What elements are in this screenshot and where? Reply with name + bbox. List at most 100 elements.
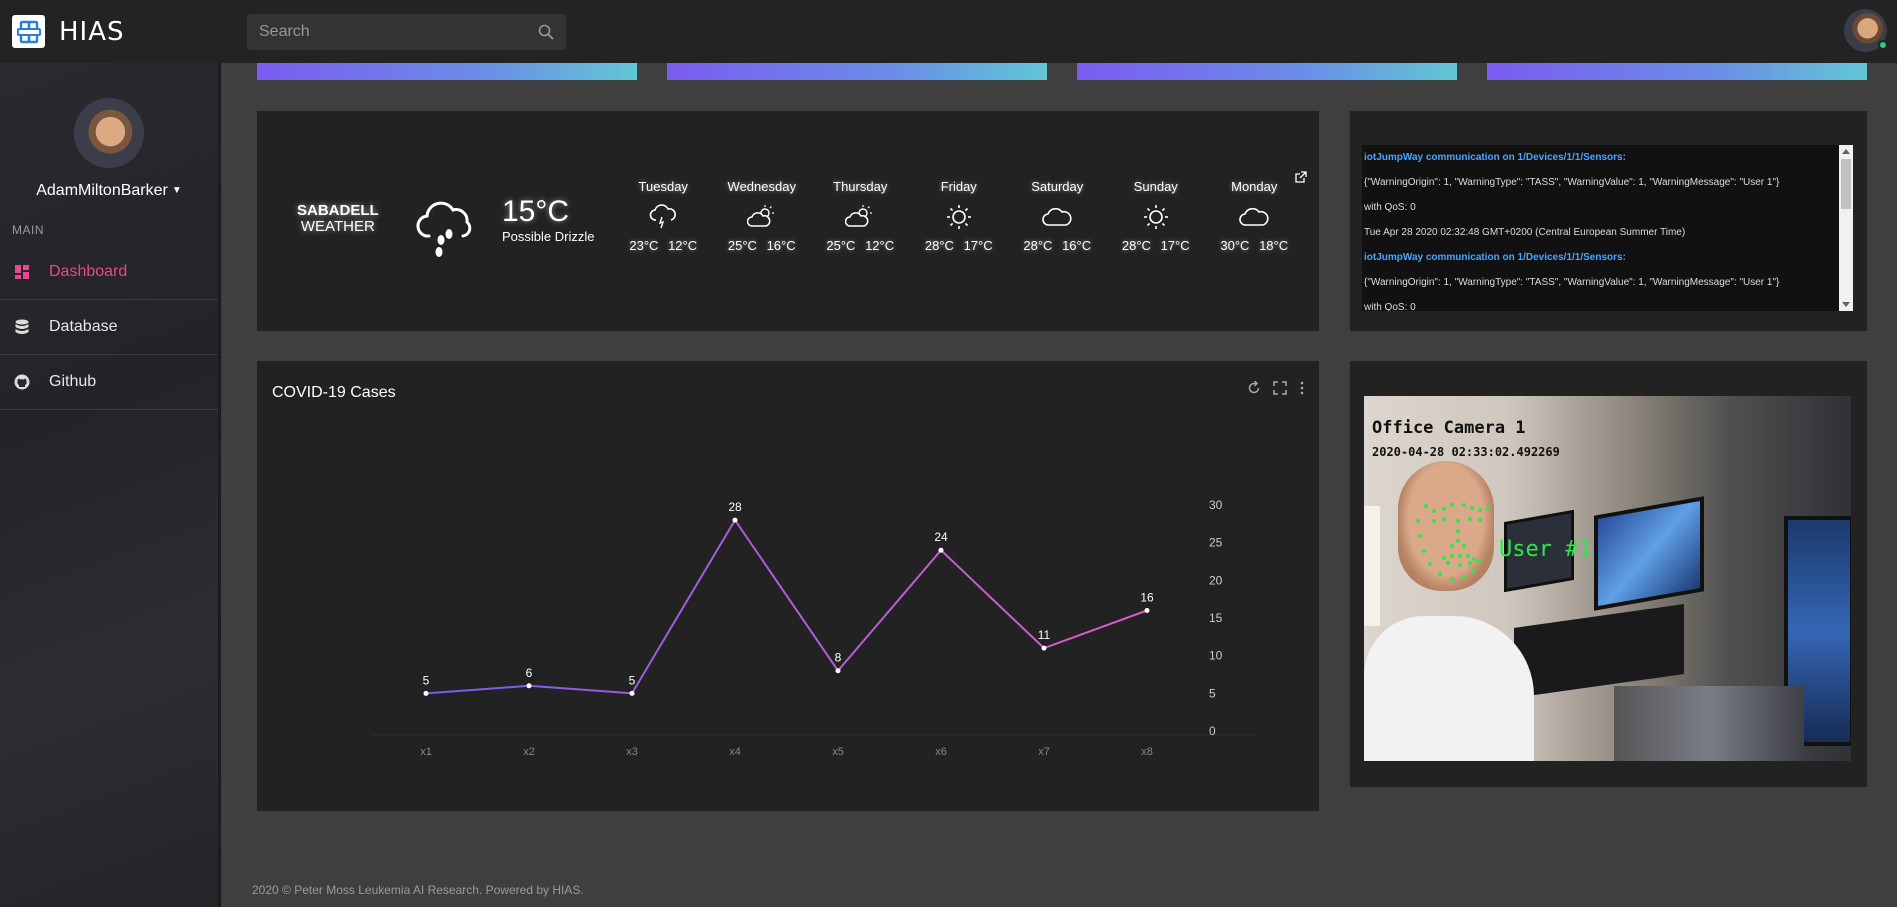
forecast-high: 28°C [924,238,954,253]
external-link-icon[interactable] [1294,171,1307,189]
feed-line: with QoS: 0 [1364,302,1416,311]
x-tick-label: x8 [1141,746,1153,758]
data-label: 24 [934,530,948,544]
sidebar-item-database[interactable]: Database [0,300,218,355]
data-point [732,517,738,523]
forecast-day-name: Monday [1231,179,1278,194]
database-icon [12,317,32,337]
drizzle-icon [614,200,713,234]
sun-icon [1107,200,1206,234]
sidebar-item-dashboard[interactable]: Dashboard [0,245,218,300]
feed-lines: iotJumpWay communication on 1/Devices/1/… [1362,145,1853,311]
forecast-low: 16°C [766,238,796,253]
cloud-icon [1205,200,1304,234]
cloud-icon [1008,200,1107,234]
data-label: 5 [629,673,636,687]
feed-line: iotJumpWay communication on 1/Devices/1/… [1364,252,1626,263]
partly-cloudy-icon [713,200,812,234]
app-name: HIAS [59,16,125,47]
stat-strip-4 [1487,63,1867,80]
forecast-low: 12°C [865,238,895,253]
x-tick-label: x3 [626,746,638,758]
scroll-down-icon[interactable] [1842,302,1850,307]
x-tick-label: x4 [729,746,741,758]
forecast-high: 25°C [727,238,757,253]
y-tick-label: 20 [1209,573,1223,587]
topbar: HIAS [0,0,1897,63]
data-label: 11 [1038,628,1051,642]
forecast-high: 28°C [1121,238,1151,253]
search-input[interactable] [259,22,519,41]
user-menu-toggle[interactable]: AdamMiltonBarker ▼ [0,182,218,200]
brand[interactable]: HIAS [0,15,247,48]
feed-scrollbar[interactable] [1839,145,1853,311]
data-label: 6 [526,666,533,680]
forecast-low: 12°C [668,238,698,253]
x-tick-label: x5 [832,746,844,758]
y-tick-label: 15 [1209,611,1223,625]
footer-text: 2020 © Peter Moss Leukemia AI Research. … [252,883,584,897]
camera-feed-image[interactable]: User #1 Office Camera 1 2020-04-28 02:33… [1364,396,1851,761]
partly-cloudy-icon [811,200,910,234]
forecast-high: 25°C [826,238,856,253]
feed-line: Tue Apr 28 2020 02:32:48 GMT+0200 (Centr… [1364,227,1686,238]
dashboard-icon [12,262,32,282]
online-status-dot [1878,40,1888,50]
forecast-low: 18°C [1259,238,1289,253]
data-point [835,668,841,674]
sidebar-item-label: Github [49,373,97,390]
forecast-day: Wednesday 25°C 16°C [713,179,812,253]
forecast-low: 17°C [963,238,993,253]
data-point [1144,607,1150,613]
forecast-high: 28°C [1023,238,1053,253]
stat-strip-3 [1077,63,1457,80]
feed-line: {"WarningOrigin": 1, "WarningType": "TAS… [1364,177,1780,188]
camera-widget: User #1 Office Camera 1 2020-04-28 02:33… [1350,361,1867,787]
username: AdamMiltonBarker [36,182,168,199]
camera-timestamp: 2020-04-28 02:33:02.492269 [1372,445,1560,459]
data-point [629,690,635,696]
y-tick-label: 25 [1209,536,1223,550]
forecast-days: Tuesday 23°C 12°C Wednesday 25°C 16°C Th… [614,179,1304,253]
rain-cloud-icon [413,198,477,263]
y-tick-label: 30 [1209,498,1223,512]
current-condition: Possible Drizzle [502,229,595,244]
forecast-day-name: Wednesday [727,179,796,194]
forecast-high: 30°C [1220,238,1250,253]
forecast-day: Tuesday 23°C 12°C [614,179,713,253]
feed-line: {"WarningOrigin": 1, "WarningType": "TAS… [1364,277,1780,288]
forecast-day-name: Sunday [1133,179,1178,194]
sidebar-item-github[interactable]: Github [0,355,218,410]
weather-city: SABADELL [297,202,379,219]
y-tick-label: 10 [1209,649,1223,663]
search-icon[interactable] [538,24,554,40]
feed-line: iotJumpWay communication on 1/Devices/1/… [1364,152,1626,163]
y-tick-label: 5 [1209,686,1216,700]
iot-feed-widget: iotJumpWay communication on 1/Devices/1/… [1350,111,1867,331]
covid-chart-card: COVID-19 Cases 0 5 10 15 20 25 30 5 x1 6 x2 5 x3 28 x4… [257,361,1319,811]
data-point [423,690,429,696]
data-label: 8 [835,651,842,665]
forecast-day-name: Friday [940,179,977,194]
forecast-day: Thursday 25°C 12°C [811,179,910,253]
user-avatar-menu[interactable] [1844,9,1888,52]
stat-strip-2 [667,63,1047,80]
data-label: 16 [1140,590,1154,604]
camera-title: Office Camera 1 [1372,418,1526,438]
scroll-thumb[interactable] [1841,159,1851,209]
data-point [938,547,944,553]
forecast-day-name: Saturday [1031,179,1084,194]
weather-location: SABADELL WEATHER [297,203,379,235]
x-tick-label: x6 [935,746,947,758]
data-point [1041,645,1047,651]
x-tick-label: x1 [420,746,432,758]
sidebar-avatar [74,98,144,168]
hias-logo-icon [12,15,45,48]
stat-strip-1 [257,63,637,80]
sidebar-item-label: Database [49,318,118,335]
sidebar-section-title: MAIN [12,223,44,237]
iot-feed-log[interactable]: iotJumpWay communication on 1/Devices/1/… [1362,145,1853,311]
sun-icon [910,200,1009,234]
forecast-low: 17°C [1160,238,1190,253]
scroll-up-icon[interactable] [1842,149,1850,154]
